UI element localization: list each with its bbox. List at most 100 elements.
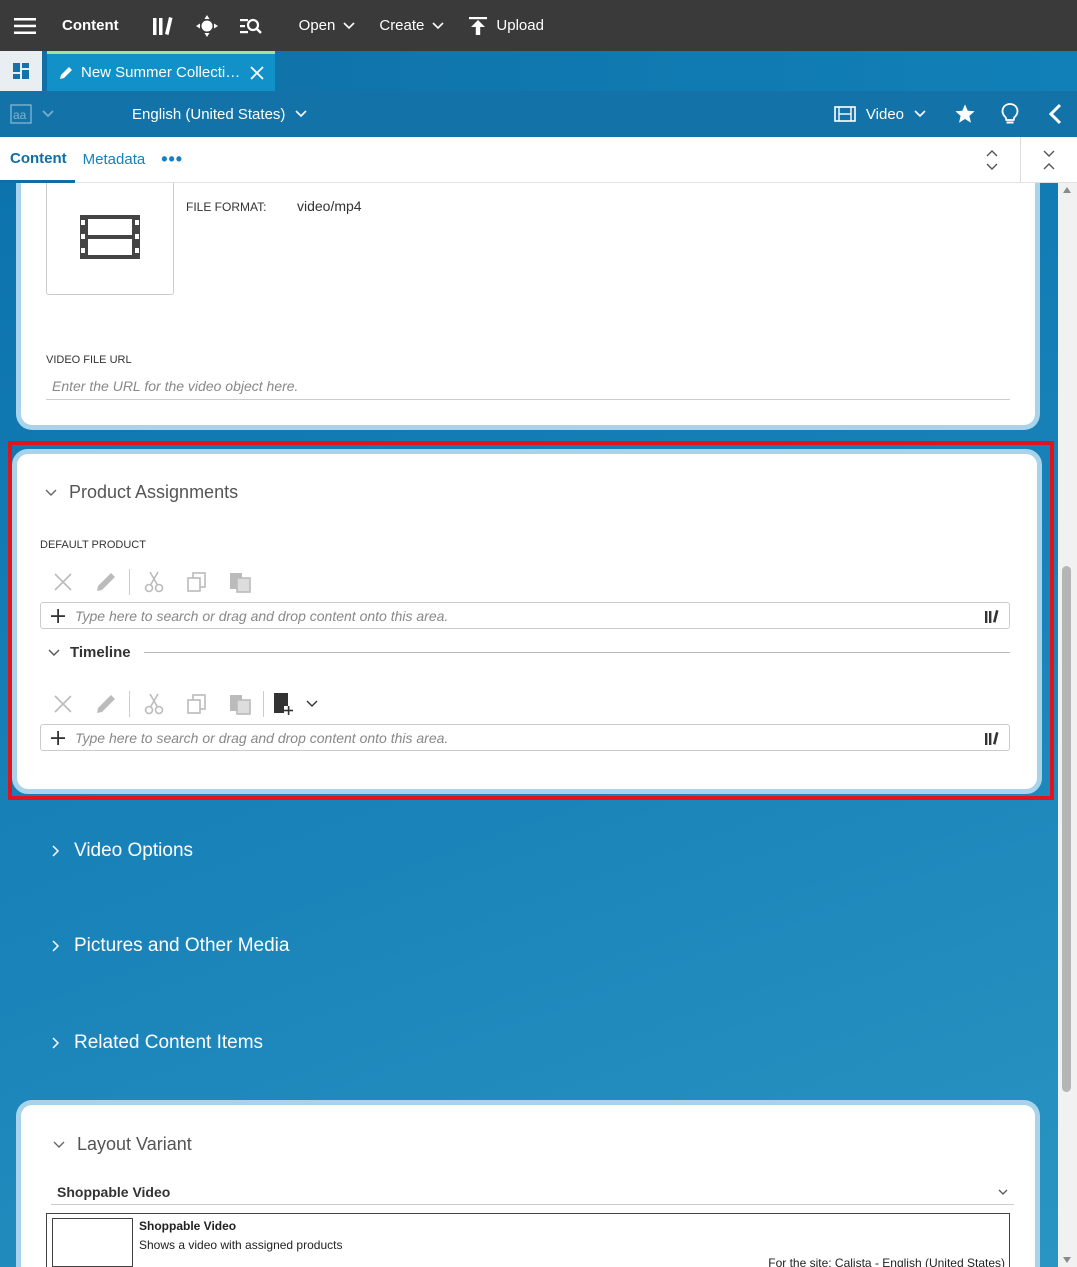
add-icon[interactable] [41,608,75,623]
product-assignments-title: Product Assignments [69,482,239,502]
create-label: Create [379,17,425,34]
layout-variant-title: Layout Variant [77,1134,192,1154]
edit-icon[interactable] [84,689,127,719]
scrollbar-thumb[interactable] [1062,566,1071,1092]
locale-label: English (United States) [132,105,286,123]
paste-icon[interactable] [218,567,261,597]
timeline-toolbar [41,689,324,719]
layout-variant-selected: Shoppable Video [57,1183,171,1200]
variant-preview-image [52,1218,133,1267]
more-tabs-button[interactable]: ••• [161,149,183,170]
layout-variant-option[interactable]: Shoppable Video Shows a video with assig… [46,1213,1010,1267]
chevron-down-icon [432,21,444,29]
library-icon[interactable] [975,609,1009,623]
library-icon[interactable] [975,731,1009,745]
file-format-value: video/mp4 [297,198,362,214]
pencil-icon [60,66,72,79]
video-url-input[interactable]: Enter the URL for the video object here. [46,372,1010,400]
chevron-down-icon [998,1189,1008,1195]
content-type-selector[interactable]: Video [834,106,926,123]
upload-button[interactable]: Upload [456,0,556,51]
video-url-label: VIDEO FILE URL [46,354,132,366]
paste-icon[interactable] [218,689,261,719]
content-type-label: Video [865,105,904,123]
copy-icon[interactable] [175,567,218,597]
chevron-left-icon[interactable] [1032,103,1077,125]
film-icon [834,106,856,122]
app-title[interactable]: Content [62,17,119,34]
chevron-right-icon [52,845,60,857]
tab-strip: New Summer Collection Video [0,51,1077,91]
video-file-card: FILE FORMAT: video/mp4 VIDEO FILE URL En… [16,183,1040,430]
create-menu-button[interactable]: Create [367,0,456,51]
chevron-right-icon [52,1037,60,1049]
new-content-icon[interactable] [266,689,300,719]
edit-icon[interactable] [84,567,127,597]
variant-option-description: Shows a video with assigned products [139,1238,343,1252]
search-list-icon[interactable] [229,0,273,51]
section-related-content[interactable]: Related Content Items [52,1032,263,1054]
expand-all-icon[interactable] [963,137,1020,183]
timeline-header[interactable]: Timeline [48,644,1010,661]
form-scroll-area: FILE FORMAT: video/mp4 VIDEO FILE URL En… [0,183,1058,1267]
section-video-options[interactable]: Video Options [52,840,193,862]
scroll-up-arrow-icon[interactable] [1063,187,1071,193]
timeline-title: Timeline [70,644,131,661]
copy-icon[interactable] [175,689,218,719]
remove-icon[interactable] [41,567,84,597]
scroll-down-arrow-icon[interactable] [1063,1257,1071,1263]
default-product-placeholder: Type here to search or drag and drop con… [75,607,449,624]
layout-variant-header[interactable]: Layout Variant [53,1134,192,1155]
layout-variant-select[interactable]: Shoppable Video [51,1179,1014,1205]
star-icon[interactable] [942,103,987,125]
film-icon [80,214,140,259]
collapse-all-icon[interactable] [1020,136,1077,183]
chevron-down-icon [343,21,355,29]
open-label: Open [298,17,336,34]
cut-icon[interactable] [132,567,175,597]
product-assignments-card: Product Assignments DEFAULT PRODUCT Type… [12,449,1042,794]
chevron-down-icon [48,649,60,656]
translate-icon[interactable]: aa [0,104,42,124]
svg-text:aa: aa [13,108,27,122]
section-pictures-media[interactable]: Pictures and Other Media [52,935,289,957]
layout-variant-card: Layout Variant Shoppable Video Shoppable… [16,1100,1040,1267]
product-assignments-header[interactable]: Product Assignments [45,482,238,503]
tab-content[interactable]: Content [0,137,75,183]
hamburger-menu-icon[interactable] [0,0,50,51]
tab-metadata[interactable]: Metadata [75,137,154,183]
toolbar-separator [129,691,130,717]
file-format-label: FILE FORMAT: [186,200,267,214]
add-icon[interactable] [41,730,75,745]
chevron-down-icon [53,1141,65,1148]
video-thumbnail [46,183,174,295]
chevron-down-icon [914,110,926,118]
remove-icon[interactable] [41,689,84,719]
chevron-down-icon[interactable] [42,110,68,118]
toolbar-separator [129,569,130,595]
top-toolbar: Content Open Create Upload [0,0,1077,51]
toolbar-separator [263,691,264,717]
upload-icon [469,16,488,35]
timeline-placeholder: Type here to search or drag and drop con… [75,729,449,746]
default-product-drop-field[interactable]: Type here to search or drag and drop con… [40,602,1010,629]
library-icon[interactable] [141,0,185,51]
variant-option-title: Shoppable Video [139,1219,237,1233]
chevron-down-icon[interactable] [300,689,324,719]
cut-icon[interactable] [132,689,175,719]
close-icon[interactable] [249,65,265,81]
default-product-toolbar [41,567,261,597]
video-url-placeholder: Enter the URL for the video object here. [52,377,299,394]
chevron-down-icon [295,110,307,118]
editor-tabs: Content Metadata ••• [0,136,1077,183]
locale-selector[interactable]: English (United States) [132,106,307,123]
vertical-scrollbar[interactable] [1058,183,1077,1267]
open-menu-button[interactable]: Open [287,0,368,51]
dashboard-icon[interactable] [0,51,42,91]
document-tab[interactable]: New Summer Collection Video [47,51,275,91]
timeline-drop-field[interactable]: Type here to search or drag and drop con… [40,724,1010,751]
timeline-divider [143,652,1010,653]
section-pictures-media-title: Pictures and Other Media [74,935,290,956]
target-icon[interactable] [185,0,229,51]
lightbulb-icon[interactable] [987,103,1032,125]
